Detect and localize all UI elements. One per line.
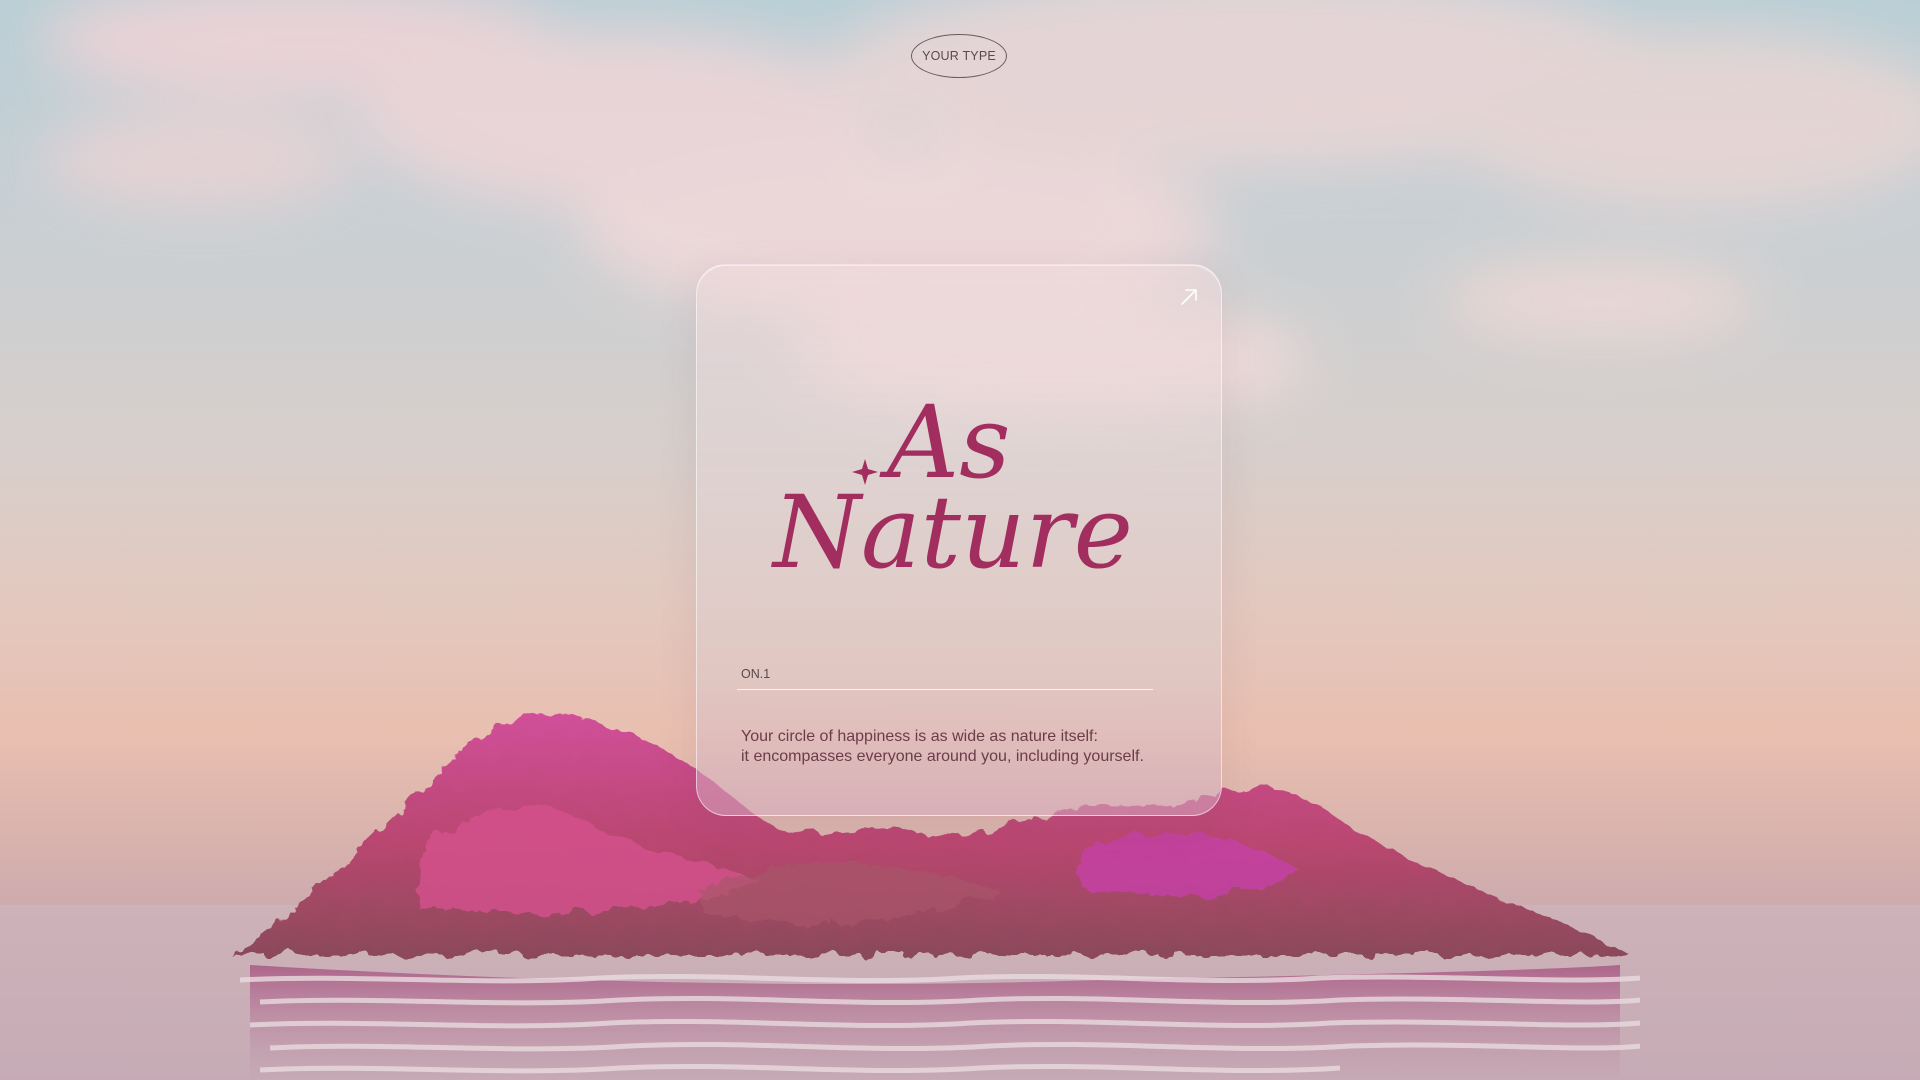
card-divider	[737, 689, 1153, 690]
as-nature-logo: As Nature	[771, 384, 1133, 591]
quote-card: As Nature ON.1 Your circle of happiness …	[696, 264, 1222, 816]
quote-line-1: Your circle of happiness is as wide as n…	[741, 728, 1098, 745]
quote-line-2: it encompasses everyone around you, incl…	[741, 748, 1144, 765]
your-type-pill-button[interactable]: YOUR TYPE	[911, 34, 1007, 78]
quote-text: Your circle of happiness is as wide as n…	[741, 727, 1181, 767]
index-label: ON.1	[741, 667, 771, 681]
arrow-up-right-icon[interactable]	[1177, 285, 1201, 309]
your-type-label: YOUR TYPE	[922, 49, 996, 63]
logo-line-nature: Nature	[771, 474, 1133, 591]
